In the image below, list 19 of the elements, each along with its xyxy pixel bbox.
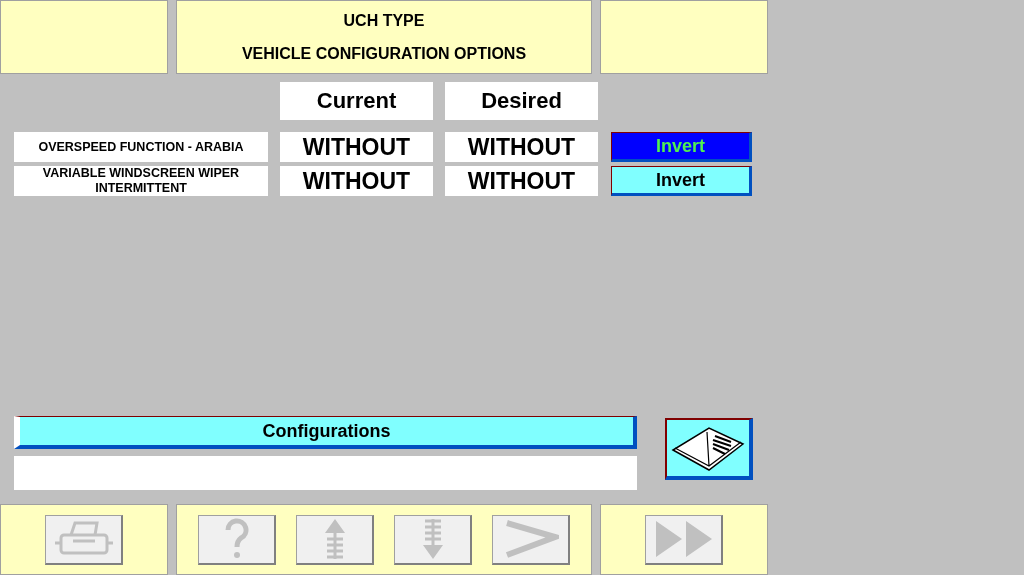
invert-button[interactable]: Invert (611, 132, 752, 162)
input-field[interactable] (14, 456, 637, 490)
column-header: Current (280, 82, 433, 120)
book-button[interactable] (665, 418, 753, 480)
up-arrow-icon (322, 517, 347, 561)
current-value: WITHOUT (280, 132, 433, 162)
invert-button[interactable]: Invert (611, 166, 752, 196)
option-label: OVERSPEED FUNCTION - ARABIA (14, 132, 268, 162)
title-text: UCH TYPE (343, 11, 425, 31)
desired-value: WITHOUT (445, 132, 598, 162)
down-arrow-icon (420, 517, 445, 561)
open-book-icon (669, 424, 747, 472)
configurations-bar[interactable]: Configurations (14, 416, 637, 449)
option-label: VARIABLE WINDSCREEN WIPER INTERMITTENT (14, 166, 268, 196)
desired-value: WITHOUT (445, 166, 598, 196)
column-header: Desired (445, 82, 598, 120)
title-text: VEHICLE CONFIGURATION OPTIONS (241, 44, 527, 64)
current-value: WITHOUT (280, 166, 433, 196)
question-icon (223, 518, 250, 560)
